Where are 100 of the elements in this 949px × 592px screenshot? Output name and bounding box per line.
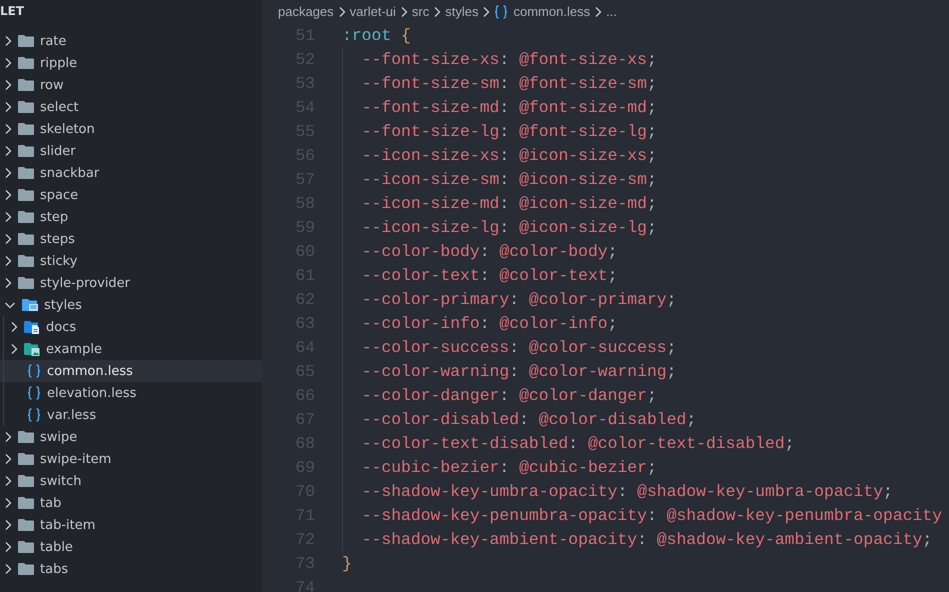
breadcrumb-item[interactable]: common.less — [513, 4, 590, 19]
code-line: --icon-size-sm: @icon-size-sm; — [342, 167, 657, 191]
folder-item[interactable]: snackbar — [0, 162, 262, 184]
folder-icon — [18, 453, 34, 465]
chevron-right-icon — [4, 123, 12, 135]
folder-icon — [18, 277, 34, 289]
code-line: --cubic-bezier: @cubic-bezier; — [342, 455, 657, 479]
code-line: :root { — [342, 24, 411, 46]
folder-item[interactable]: swipe — [0, 426, 262, 448]
code-line: --color-body: @color-body; — [342, 239, 618, 263]
code-line: --color-success: @color-success; — [342, 335, 676, 359]
folder-icon — [18, 167, 34, 179]
folder-icon — [18, 519, 34, 531]
breadcrumb-item[interactable]: src — [412, 4, 430, 19]
chevron-right-icon — [4, 233, 12, 245]
folder-icon — [18, 145, 34, 157]
breadcrumb-separator-icon — [433, 6, 442, 18]
code-line: --font-size-md: @font-size-md; — [342, 95, 657, 119]
folder-item[interactable]: space — [0, 184, 262, 206]
folder-item[interactable]: swipe-item — [0, 448, 262, 470]
code-line: --shadow-key-ambient-opacity: @shadow-key-ambient-opacity; — [342, 527, 932, 551]
folder-icon — [18, 233, 34, 245]
code-line: --font-size-sm: @font-size-sm; — [342, 71, 657, 95]
file-item[interactable]: common.less — [0, 360, 262, 382]
braces-icon — [27, 386, 41, 400]
folder-item[interactable]: row — [0, 74, 262, 96]
chevron-right-icon — [10, 343, 18, 355]
folder-item[interactable]: ripple — [0, 52, 262, 74]
folder-icon — [18, 189, 34, 201]
chevron-right-icon — [4, 79, 12, 91]
folder-item[interactable]: rate — [0, 30, 262, 52]
code-line: --shadow-key-penumbra-opacity: @shadow-key-penumbra-opacity — [342, 503, 942, 527]
folder-icon — [18, 57, 34, 69]
breadcrumb-item[interactable]: ... — [606, 4, 617, 19]
folder-icon — [22, 298, 38, 312]
folder-icon — [18, 431, 34, 443]
chevron-right-icon — [4, 453, 12, 465]
file-item[interactable]: elevation.less — [0, 382, 262, 404]
code-line: --icon-size-xs: @icon-size-xs; — [342, 143, 657, 167]
folder-item[interactable]: select — [0, 96, 262, 118]
folder-icon — [18, 79, 34, 91]
code-line: --color-text-disabled: @color-text-disabled; — [342, 431, 795, 455]
code-line: } — [342, 552, 352, 574]
folder-item[interactable]: step — [0, 206, 262, 228]
code-line: --font-size-xs: @font-size-xs; — [342, 47, 657, 71]
code-line: --shadow-key-umbra-opacity: @shadow-key-umbra-opacity; — [342, 479, 893, 503]
folder-item[interactable]: skeleton — [0, 118, 262, 140]
code-line: --icon-size-md: @icon-size-md; — [342, 191, 657, 215]
chevron-right-icon — [4, 563, 12, 575]
folder-item[interactable]: table — [0, 536, 262, 558]
chevron-right-icon — [4, 277, 12, 289]
folder-icon — [18, 541, 34, 553]
chevron-right-icon — [4, 497, 12, 509]
braces-icon — [27, 408, 41, 422]
folder-icon — [18, 211, 34, 223]
breadcrumb-separator-icon — [482, 6, 490, 18]
folder-item[interactable]: tab-item — [0, 514, 262, 536]
chevron-right-icon — [4, 101, 12, 113]
folder-icon — [18, 563, 34, 575]
folder-item[interactable]: switch — [0, 470, 262, 492]
breadcrumb-item[interactable]: varlet-ui — [350, 4, 396, 19]
breadcrumb-separator-icon — [594, 6, 602, 18]
folder-item[interactable]: tab — [0, 492, 262, 514]
folder-icon — [18, 497, 34, 509]
document-folder-icon — [24, 320, 40, 334]
chevron-right-icon — [4, 255, 12, 267]
chevron-right-icon — [4, 211, 12, 223]
folder-item[interactable]: tabs — [0, 558, 262, 580]
folder-icon — [18, 35, 34, 47]
breadcrumb-item[interactable]: packages — [278, 4, 334, 19]
code-line: --color-primary: @color-primary; — [342, 287, 676, 311]
picture-folder-icon — [24, 342, 40, 356]
code-line: --font-size-lg: @font-size-lg; — [342, 119, 657, 143]
chevron-right-icon — [4, 431, 12, 443]
chevron-right-icon — [10, 321, 18, 333]
chevron-right-icon — [4, 35, 12, 47]
folder-item[interactable]: docs — [0, 316, 262, 338]
folder-item[interactable]: styles — [0, 294, 262, 316]
folder-item[interactable]: style-provider — [0, 272, 262, 294]
folder-item[interactable]: steps — [0, 228, 262, 250]
code-line: --color-disabled: @color-disabled; — [342, 407, 696, 431]
folder-item[interactable]: slider — [0, 140, 262, 162]
folder-item[interactable]: sticky — [0, 250, 262, 272]
folder-icon — [18, 255, 34, 267]
breadcrumb-item[interactable]: styles — [445, 4, 478, 19]
breadcrumb-separator-icon — [338, 6, 346, 18]
code-line: --color-warning: @color-warning; — [342, 359, 676, 383]
chevron-right-icon — [4, 189, 12, 201]
chevron-right-icon — [4, 541, 12, 553]
sidebar-title: LET — [0, 3, 24, 20]
folder-icon — [18, 123, 34, 135]
code-line: --icon-size-lg: @icon-size-lg; — [342, 215, 657, 239]
folder-icon — [18, 101, 34, 113]
file-item[interactable]: var.less — [0, 404, 262, 426]
chevron-right-icon — [4, 167, 12, 179]
folder-icon — [18, 475, 34, 487]
chevron-right-icon — [4, 145, 12, 157]
chevron-down-icon — [4, 301, 16, 309]
folder-item[interactable]: example — [0, 338, 262, 360]
chevron-right-icon — [4, 519, 12, 531]
